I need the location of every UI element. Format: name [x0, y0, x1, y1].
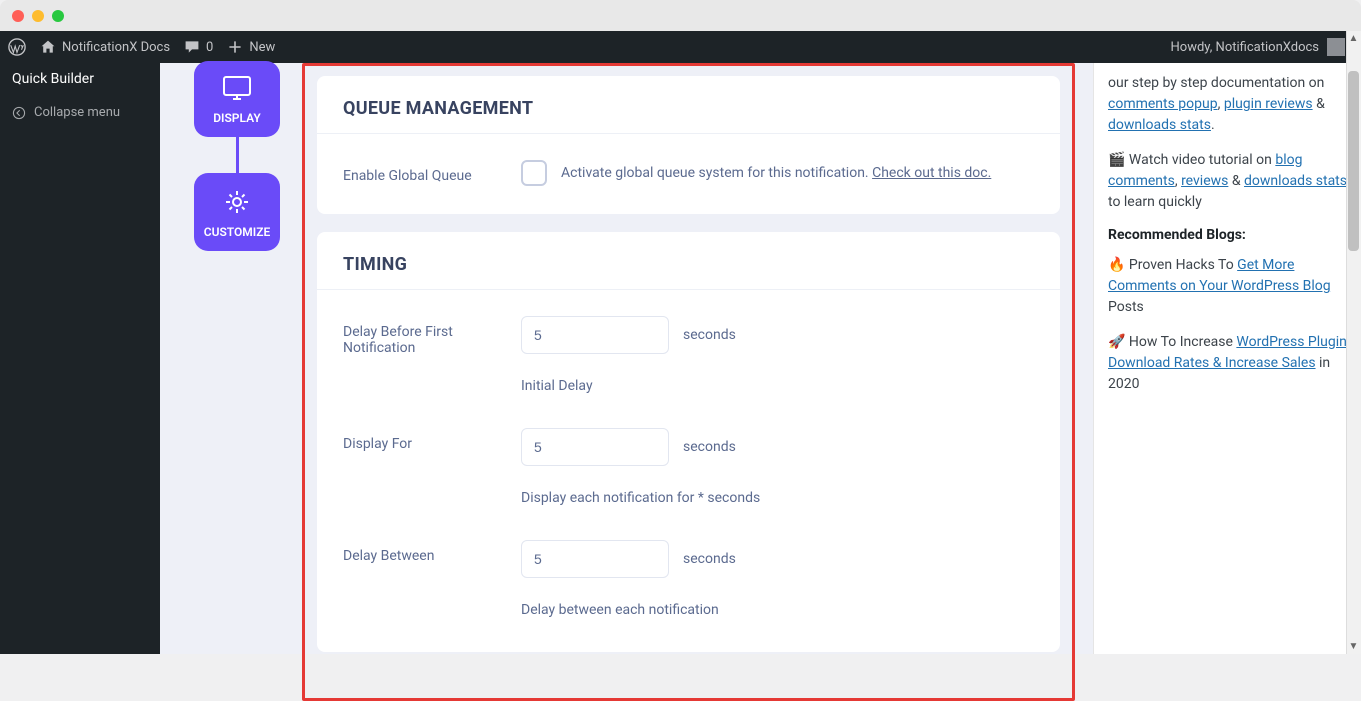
comment-icon: [184, 39, 200, 55]
video-icon: 🎬: [1108, 152, 1125, 168]
link-comments-popup[interactable]: comments popup: [1108, 96, 1218, 112]
blog-1: 🔥 Proven Hacks To Get More Comments on Y…: [1108, 255, 1347, 318]
fire-icon: 🔥: [1108, 257, 1125, 273]
new-link[interactable]: New: [227, 39, 275, 55]
delay-before-help: Initial Delay: [521, 378, 1034, 394]
step-display[interactable]: DISPLAY: [194, 61, 280, 137]
delay-before-input[interactable]: [521, 316, 669, 354]
browser-chrome: [0, 0, 1361, 31]
timing-heading: TIMING: [343, 254, 1034, 275]
content-area: DISPLAY CUSTOMIZE QUEUE MANAGEMENT Enabl…: [160, 63, 1361, 654]
monitor-icon: [220, 75, 254, 103]
collapse-icon: [12, 106, 26, 120]
gear-icon: [222, 187, 252, 217]
window-min-dot[interactable]: [32, 10, 44, 22]
queue-card: QUEUE MANAGEMENT Enable Global Queue Act…: [317, 76, 1060, 214]
step-connector: [236, 137, 239, 173]
link-downloads-stats[interactable]: downloads stats: [1108, 117, 1211, 133]
blog-2: 🚀 How To Increase WordPress Plugin Downl…: [1108, 332, 1347, 395]
wp-admin-bar: NotificationX Docs 0 New Howdy, Notifica…: [0, 31, 1361, 63]
site-home-link[interactable]: NotificationX Docs: [40, 39, 170, 55]
display-for-unit: seconds: [683, 439, 736, 455]
window-max-dot[interactable]: [52, 10, 64, 22]
sidebar-item-quick-builder[interactable]: Quick Builder: [0, 63, 160, 95]
wp-sidebar: Quick Builder Collapse menu: [0, 63, 160, 654]
delay-between-unit: seconds: [683, 551, 736, 567]
link-downloads-stats-2[interactable]: downloads stats: [1244, 173, 1347, 189]
user-menu[interactable]: Howdy, NotificationXdocs: [1171, 38, 1353, 56]
delay-between-input[interactable]: [521, 540, 669, 578]
right-sidebar: our step by step documentation on commen…: [1093, 63, 1361, 654]
comments-link[interactable]: 0: [184, 39, 213, 55]
collapse-label: Collapse menu: [34, 105, 120, 120]
home-icon: [40, 39, 56, 55]
plus-icon: [227, 39, 243, 55]
enable-queue-label: Enable Global Queue: [343, 160, 521, 184]
collapse-menu[interactable]: Collapse menu: [0, 95, 160, 130]
rs-video: 🎬 Watch video tutorial on blog comments,…: [1108, 150, 1347, 213]
delay-before-label: Delay Before First Notification: [343, 316, 521, 356]
avatar: [1327, 38, 1345, 56]
step-rail: DISPLAY CUSTOMIZE: [190, 63, 284, 654]
timing-card: TIMING Delay Before First Notification s…: [317, 232, 1060, 652]
queue-doc-link[interactable]: Check out this doc.: [872, 165, 991, 181]
step-customize[interactable]: CUSTOMIZE: [194, 173, 280, 251]
queue-helper: Activate global queue system for this no…: [561, 165, 991, 181]
step-customize-label: CUSTOMIZE: [204, 225, 271, 239]
display-for-input[interactable]: [521, 428, 669, 466]
recommended-heading: Recommended Blogs:: [1108, 227, 1347, 243]
step-display-label: DISPLAY: [213, 111, 261, 125]
scroll-up-arrow[interactable]: ▲: [1346, 31, 1361, 46]
delay-before-unit: seconds: [683, 327, 736, 343]
scroll-thumb[interactable]: [1348, 71, 1359, 251]
rocket-icon: 🚀: [1108, 334, 1125, 350]
display-for-label: Display For: [343, 428, 521, 452]
scrollbar-track[interactable]: ▲ ▼: [1346, 31, 1361, 654]
highlighted-region: QUEUE MANAGEMENT Enable Global Queue Act…: [302, 63, 1075, 701]
enable-queue-checkbox[interactable]: [521, 160, 547, 186]
new-label: New: [249, 40, 275, 55]
scroll-down-arrow[interactable]: ▼: [1346, 639, 1361, 654]
link-reviews[interactable]: reviews: [1181, 173, 1228, 189]
delay-between-label: Delay Between: [343, 540, 521, 564]
howdy-text: Howdy, NotificationXdocs: [1171, 40, 1319, 55]
rs-doc-intro: our step by step documentation on commen…: [1108, 73, 1347, 136]
comments-count: 0: [206, 40, 213, 55]
display-for-help: Display each notification for * seconds: [521, 490, 1034, 506]
delay-between-help: Delay between each notification: [521, 602, 1034, 618]
wordpress-icon: [8, 38, 26, 56]
wp-logo[interactable]: [8, 38, 26, 56]
link-plugin-reviews[interactable]: plugin reviews: [1224, 96, 1313, 112]
window-close-dot[interactable]: [12, 10, 24, 22]
site-title: NotificationX Docs: [62, 40, 170, 55]
queue-heading: QUEUE MANAGEMENT: [343, 98, 1034, 119]
